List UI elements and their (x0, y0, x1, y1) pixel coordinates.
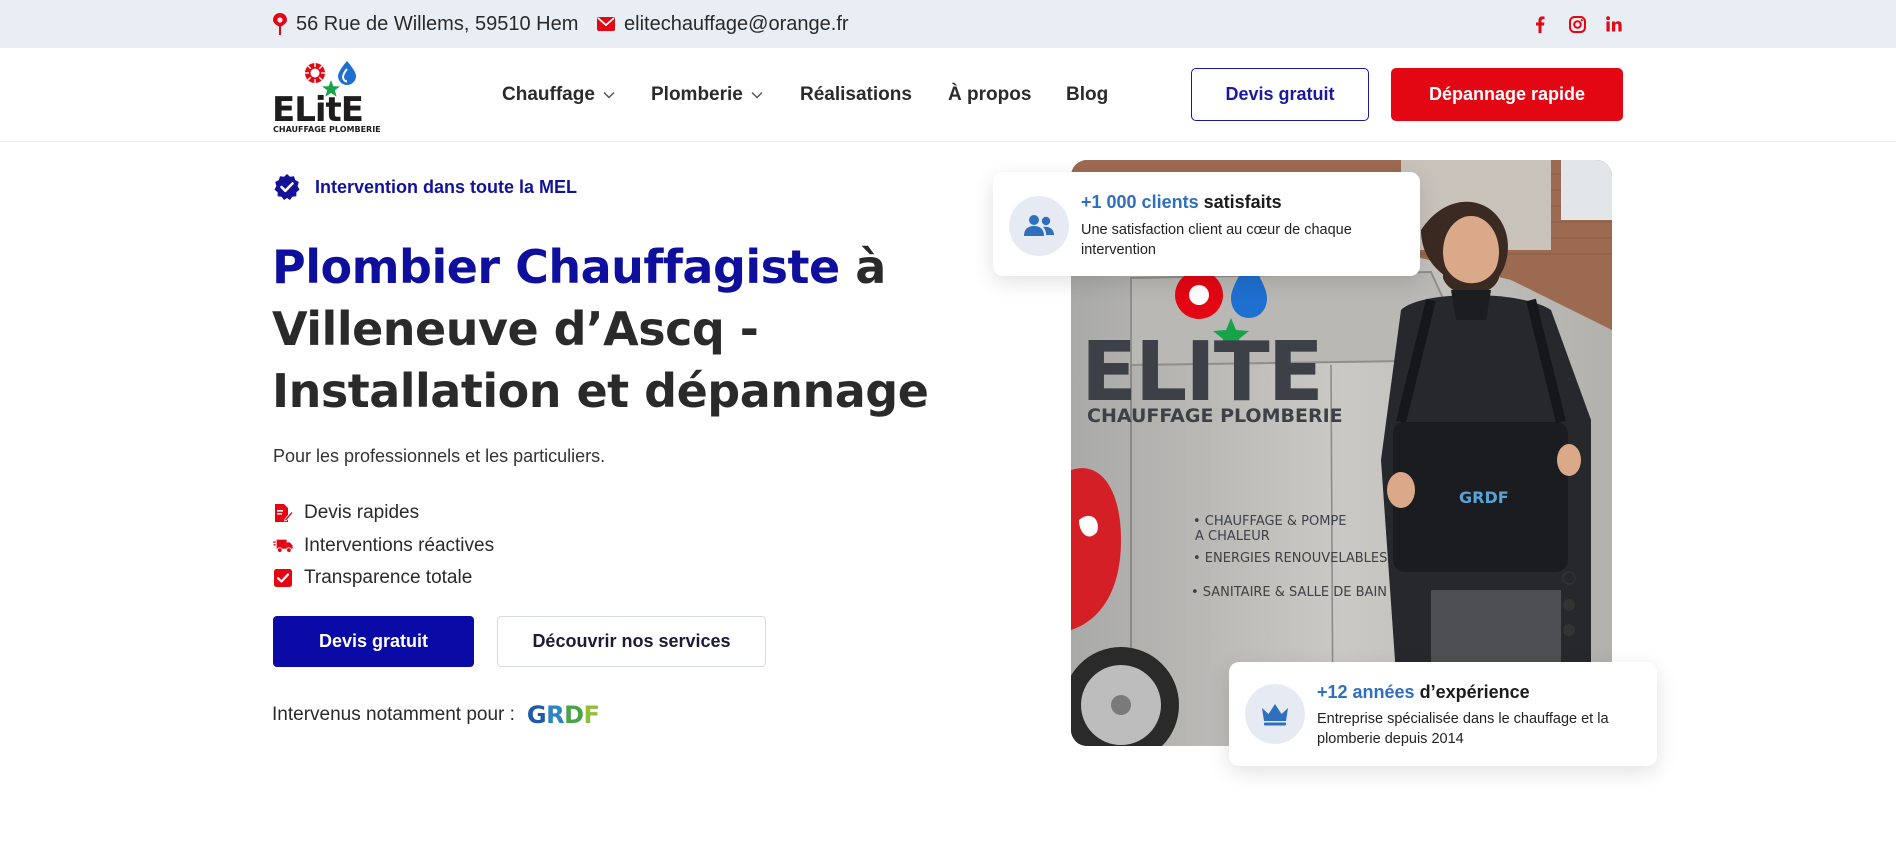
chevron-down-icon (751, 91, 763, 99)
van-service-4: • SANITAIRE & SALLE DE BAIN (1191, 585, 1387, 600)
nav-chauffage-label: Chauffage (502, 84, 595, 105)
svg-text:CHAUFFAGE PLOMBERIE: CHAUFFAGE PLOMBERIE (273, 125, 381, 134)
users-icon (1009, 196, 1069, 256)
bag-logo: GRDF (1459, 488, 1509, 507)
experience-stat-label: d’expérience (1414, 682, 1530, 702)
title-part-2: Villeneuve d’Ascq - (272, 302, 759, 356)
title-part-1: à (839, 240, 886, 294)
svg-text:ELitE: ELitE (272, 90, 363, 130)
partners-label: Intervenus notamment pour : (272, 704, 515, 725)
fast-truck-icon (273, 536, 293, 556)
feature-label: Interventions réactives (304, 534, 495, 556)
hero-quote-button[interactable]: Devis gratuit (273, 616, 474, 667)
partners-row: Intervenus notamment pour : GRDF (272, 701, 600, 729)
hero-subtitle: Pour les professionnels et les particuli… (273, 446, 606, 466)
nav-realisations-label: Réalisations (800, 84, 912, 105)
feature-list: Devis rapides Interventions réactives Tr… (273, 497, 494, 595)
clients-stat-label: satisfaits (1198, 192, 1282, 212)
address-text: 56 Rue de Willems, 59510 Hem (296, 12, 579, 35)
clients-stat-card: +1 000 clients satisfaits Une satisfacti… (993, 172, 1420, 276)
instagram-icon[interactable] (1567, 14, 1587, 34)
experience-stat-card: +12 années d’expérience Entreprise spéci… (1229, 662, 1657, 766)
email-info[interactable]: elitechauffage@orange.fr (597, 0, 849, 48)
discover-services-button[interactable]: Découvrir nos services (497, 616, 766, 667)
top-bar: 56 Rue de Willems, 59510 Hem elitechauff… (0, 0, 1896, 48)
nav-a-propos[interactable]: À propos (948, 80, 1031, 110)
map-pin-icon (273, 13, 287, 35)
nav-realisations[interactable]: Réalisations (800, 80, 912, 110)
experience-stat-number: +12 années (1317, 682, 1415, 702)
feature-item: Interventions réactives (273, 530, 494, 563)
nav-blog-label: Blog (1066, 84, 1109, 105)
clients-stat-description: Une satisfaction client au cœur de chaqu… (1081, 222, 1352, 258)
nav-plomberie[interactable]: Plomberie (651, 80, 763, 110)
badge-text: Intervention dans toute la MEL (315, 176, 578, 197)
checkbox-checked-icon (273, 568, 293, 588)
feature-label: Devis rapides (304, 502, 420, 524)
verified-badge-icon (274, 174, 300, 200)
nav-a-propos-label: À propos (948, 84, 1032, 105)
chevron-down-icon (603, 91, 615, 99)
van-tagline: CHAUFFAGE PLOMBERIE (1087, 405, 1343, 427)
facebook-icon[interactable] (1530, 14, 1550, 34)
nav-chauffage[interactable]: Chauffage (502, 80, 615, 110)
title-part-3: Installation et dépannage (272, 364, 929, 418)
van-service-3: • ENERGIES RENOUVELABLES (1193, 551, 1387, 566)
experience-stat-description: Entreprise spécialisée dans le chauffage… (1317, 711, 1609, 747)
emergency-repair-button[interactable]: Dépannage rapide (1391, 68, 1623, 121)
van-service-1: • CHAUFFAGE & POMPE (1193, 514, 1347, 529)
elite-logo[interactable]: ELitE CHAUFFAGE PLOMBERIE (272, 58, 390, 134)
header-quote-button[interactable]: Devis gratuit (1191, 68, 1369, 121)
grdf-logo: GRDF (526, 701, 600, 729)
envelope-icon (597, 17, 615, 31)
feature-label: Transparence totale (304, 567, 473, 589)
email-link[interactable]: elitechauffage@orange.fr (624, 13, 849, 36)
nav-blog[interactable]: Blog (1066, 80, 1108, 110)
van-service-2: A CHALEUR (1195, 529, 1270, 544)
quote-doc-icon (273, 503, 293, 523)
experience-stat-title: +12 années d’expérience (1317, 682, 1530, 703)
site-header: ELitE CHAUFFAGE PLOMBERIE Chauffage Plom… (0, 48, 1896, 142)
clients-stat-title: +1 000 clients satisfaits (1081, 192, 1282, 213)
feature-item: Devis rapides (273, 497, 494, 530)
nav-plomberie-label: Plomberie (651, 84, 743, 105)
clients-stat-number: +1 000 clients (1081, 192, 1199, 212)
title-highlight: Plombier Chauffagiste (272, 240, 840, 294)
feature-item: Transparence totale (273, 562, 494, 595)
page-title: Plombier Chauffagiste à Villeneuve d’Asc… (272, 236, 972, 422)
address-info: 56 Rue de Willems, 59510 Hem (273, 0, 578, 48)
service-area-badge: Intervention dans toute la MEL (273, 173, 577, 201)
crown-icon (1245, 684, 1305, 744)
linkedin-icon[interactable] (1604, 14, 1624, 34)
